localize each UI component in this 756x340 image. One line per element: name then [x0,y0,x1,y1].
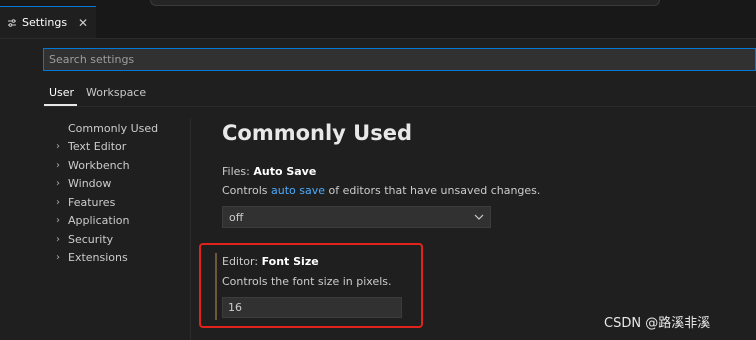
auto-save-link[interactable]: auto save [271,184,325,197]
toc-item-security[interactable]: › Security [56,231,113,247]
chevron-right-icon: › [56,159,60,171]
chevron-right-icon: › [56,214,60,226]
watermark: CSDN @路溪非溪 [604,316,711,331]
tab-label: Settings [22,16,68,29]
tab-user[interactable]: User [49,86,74,99]
toc-item-label: Features [68,195,116,209]
settings-sliders-icon [7,18,17,28]
chevron-down-icon [474,212,484,223]
toc-item-label: Security [68,232,114,246]
tab-settings[interactable]: Settings ✕ [0,6,96,38]
toc-item-commonly-used[interactable]: Commonly Used [56,120,158,136]
chevron-right-icon: › [56,196,60,208]
toc-item-label: Application [68,213,130,227]
toc-item-features[interactable]: › Features [56,194,115,210]
setting-title-auto-save: Files: Auto Save [222,165,317,178]
tab-workspace[interactable]: Workspace [86,86,146,99]
close-icon[interactable]: ✕ [78,16,88,30]
annotation-highlight-box [199,243,423,328]
toc-item-window[interactable]: › Window [56,175,111,191]
auto-save-select[interactable]: off [222,206,491,228]
toc-item-label: Extensions [68,250,128,264]
toc-item-application[interactable]: › Application [56,212,129,228]
auto-save-value: off [229,210,244,224]
chevron-right-icon: › [56,140,60,152]
command-center[interactable] [150,0,660,6]
divider [43,106,756,107]
toc-item-label: Text Editor [68,139,127,153]
setting-desc-auto-save: Controls auto save of editors that have … [222,184,541,197]
toc-item-text-editor[interactable]: › Text Editor [56,138,126,154]
toc-item-label: Workbench [68,158,130,172]
section-title: Commonly Used [222,121,413,145]
search-input[interactable] [43,48,756,71]
toc-item-workbench[interactable]: › Workbench [56,157,130,173]
chevron-right-icon: › [56,251,60,263]
toc-item-label: Window [68,176,112,190]
chevron-right-icon: › [56,177,60,189]
toc-item-extensions[interactable]: › Extensions [56,249,128,265]
toc-item-label: Commonly Used [68,121,159,135]
chevron-right-icon: › [56,233,60,245]
toc-divider [190,118,191,340]
